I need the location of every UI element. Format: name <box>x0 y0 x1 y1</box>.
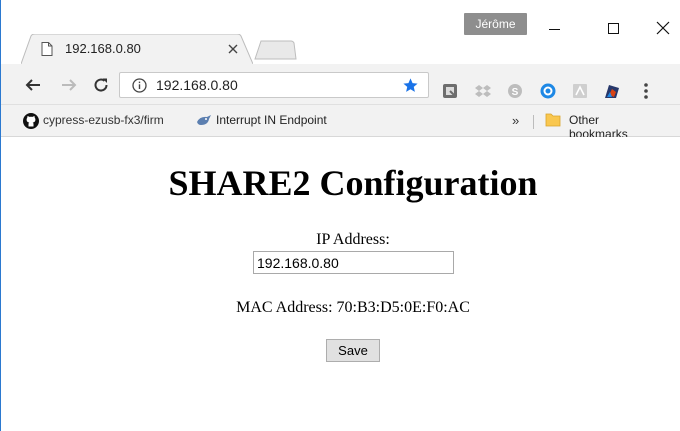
dropbox-icon[interactable] <box>475 83 491 99</box>
folder-icon <box>545 113 561 127</box>
extension-note-icon[interactable] <box>442 83 458 99</box>
menu-icon[interactable] <box>641 81 651 101</box>
minimize-icon <box>548 28 560 30</box>
bookmark-star-icon[interactable] <box>402 77 419 94</box>
back-arrow-icon <box>25 79 40 91</box>
url-text[interactable]: 192.168.0.80 <box>156 77 238 93</box>
close-window-button[interactable] <box>643 15 680 41</box>
close-tab-icon[interactable] <box>227 43 239 55</box>
save-button[interactable]: Save <box>326 339 380 362</box>
minimize-button[interactable] <box>534 15 574 41</box>
reload-button[interactable] <box>91 75 111 95</box>
forward-arrow-icon <box>62 79 77 91</box>
bookmark-label: Interrupt IN Endpoint <box>216 113 327 127</box>
pdf-icon[interactable] <box>572 83 588 99</box>
ip-address-label: IP Address: <box>316 231 390 248</box>
mac-address-text: MAC Address: 70:B3:D5:0E:F0:AC <box>236 299 470 316</box>
title-bar: Jérôme 192.168.0.80 <box>1 0 680 64</box>
maximize-icon <box>607 22 619 34</box>
ip-address-input[interactable] <box>253 251 454 274</box>
bookmarks-separator <box>533 115 534 129</box>
close-icon <box>656 21 670 35</box>
browser-window: Jérôme 192.168.0.80 192.168.0.80 S cypre… <box>0 0 680 431</box>
toolbar: 192.168.0.80 S <box>1 64 680 105</box>
svg-text:S: S <box>512 87 519 98</box>
new-tab-button[interactable] <box>253 40 297 60</box>
bookmark-favicon <box>197 115 211 125</box>
forward-button[interactable] <box>59 75 79 95</box>
back-button[interactable] <box>23 75 43 95</box>
address-bar[interactable]: 192.168.0.80 <box>119 72 429 98</box>
messenger-icon[interactable] <box>540 83 556 99</box>
skype-icon[interactable]: S <box>507 83 523 99</box>
maximize-button[interactable] <box>593 15 633 41</box>
info-icon[interactable] <box>132 78 147 93</box>
tab-title: 192.168.0.80 <box>65 41 141 56</box>
page-icon <box>41 42 53 56</box>
page-content: SHARE2 Configuration IP Address: MAC Add… <box>1 137 680 431</box>
tab-active[interactable]: 192.168.0.80 <box>21 34 253 64</box>
github-icon <box>23 113 39 129</box>
extension-color-icon[interactable] <box>604 83 620 99</box>
page-title: SHARE2 Configuration <box>168 163 538 203</box>
profile-badge[interactable]: Jérôme <box>464 13 527 35</box>
bookmarks-bar: cypress-ezusb-fx3/firm Interrupt IN Endp… <box>1 105 680 141</box>
label-fade <box>163 113 197 129</box>
bookmarks-overflow-button[interactable]: » <box>512 113 519 128</box>
reload-icon <box>94 78 108 92</box>
